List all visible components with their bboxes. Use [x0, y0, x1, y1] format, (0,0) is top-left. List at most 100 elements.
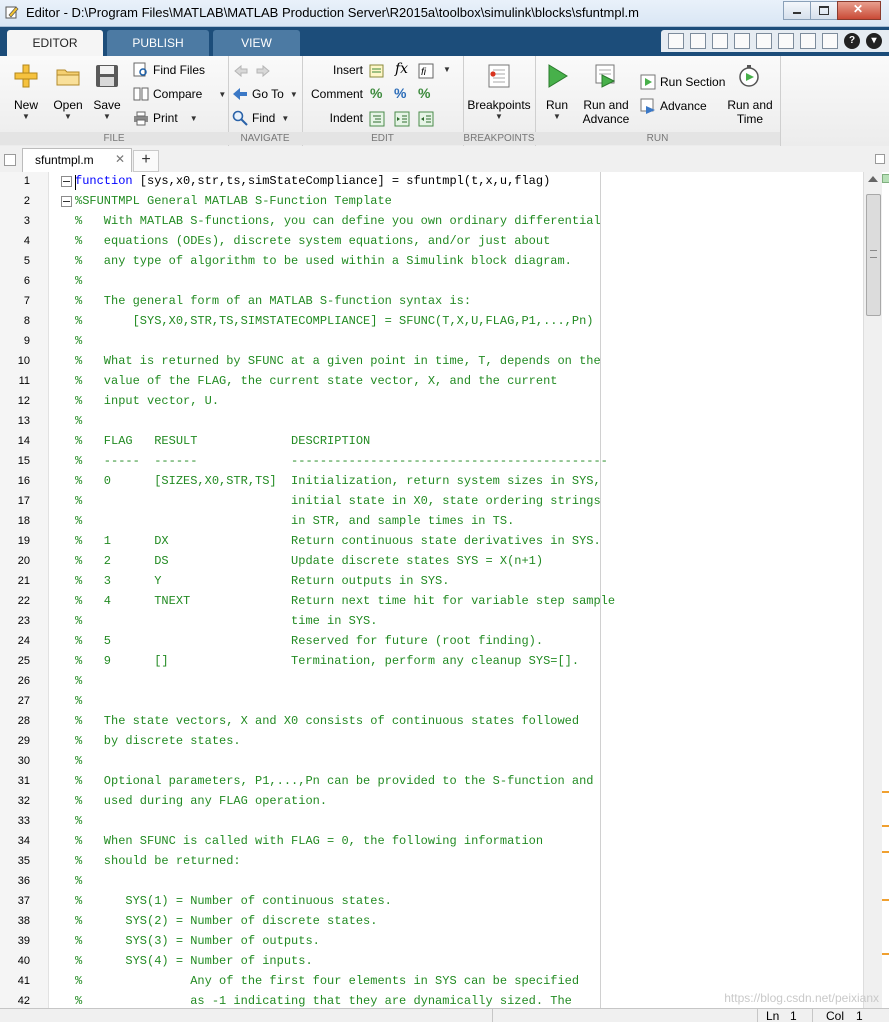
code-line[interactable]: 26%	[0, 671, 600, 691]
uncomment-icon[interactable]: %	[394, 85, 406, 101]
new-tab-button[interactable]: +	[133, 150, 159, 172]
switch-windows-quick-icon[interactable]	[822, 33, 838, 49]
code-line[interactable]: 19 % 1 DX Return continuous state derivat…	[0, 531, 601, 551]
code-analyzer-status-icon[interactable]	[882, 174, 889, 183]
code-editor[interactable]: 1 function [sys,x0,str,ts,simStateComplia…	[0, 172, 889, 1008]
code-line[interactable]: 21 % 3 Y Return outputs in SYS.	[0, 571, 600, 591]
run-button[interactable]: Run ▼	[541, 60, 573, 121]
code-line[interactable]: 9%	[0, 331, 600, 351]
code-analyzer-marker[interactable]	[882, 899, 889, 901]
code-line[interactable]: 28 % The state vectors, X and X0 consists…	[0, 711, 600, 731]
run-section-button[interactable]: Run Section	[640, 74, 725, 90]
tab-editor[interactable]: EDITOR	[7, 30, 103, 56]
cut-quick-icon[interactable]	[712, 33, 728, 49]
code-line[interactable]: 27%	[0, 691, 600, 711]
redo-quick-icon[interactable]	[800, 33, 816, 49]
comment-label[interactable]: Comment	[302, 87, 363, 101]
document-tab-sfuntmpl[interactable]: sfuntmpl.m ✕	[22, 148, 132, 173]
code-line[interactable]: 32 % used during any FLAG operation.	[0, 791, 600, 811]
code-line[interactable]: 16 % 0 [SIZES,X0,STR,TS] Initialization, …	[0, 471, 601, 491]
undo-quick-icon[interactable]	[778, 33, 794, 49]
code-line[interactable]: 36%	[0, 871, 600, 891]
code-line[interactable]: 20 % 2 DS Update discrete states SYS = X(…	[0, 551, 600, 571]
indent-label[interactable]: Indent	[302, 111, 363, 125]
code-line[interactable]: 40 % SYS(4) = Number of inputs.	[0, 951, 600, 971]
save-button[interactable]: Save ▼	[88, 60, 126, 121]
code-line[interactable]: 34 % When SFUNC is called with FLAG = 0, …	[0, 831, 600, 851]
vertical-scrollbar[interactable]	[863, 172, 882, 1008]
code-analyzer-marker[interactable]	[882, 791, 889, 793]
close-window-button[interactable]	[837, 1, 881, 20]
chevron-down-icon[interactable]: ▼	[443, 65, 451, 74]
code-line[interactable]: 18 % in STR, and sample times in TS.	[0, 511, 600, 531]
compare-button[interactable]: Compare ▼	[133, 86, 226, 102]
code-line[interactable]: 1 function [sys,x0,str,ts,simStateComplia…	[0, 171, 600, 191]
forward-arrow-icon[interactable]	[255, 63, 271, 79]
code-line[interactable]: 13%	[0, 411, 600, 431]
code-line[interactable]: 2 %SFUNTMPL General MATLAB S-Function Tem…	[0, 191, 600, 211]
insert-function-browser-icon[interactable]: fi	[418, 63, 434, 79]
smart-indent-icon[interactable]	[369, 111, 385, 127]
code-line[interactable]: 37 % SYS(1) = Number of continuous states…	[0, 891, 600, 911]
comment-percent-icon[interactable]: %	[370, 85, 382, 101]
code-line[interactable]: 8 % [SYS,X0,STR,TS,SIMSTATECOMPLIANCE] = …	[0, 311, 600, 331]
paste-quick-icon[interactable]	[756, 33, 772, 49]
code-line[interactable]: 7 % The general form of an MATLAB S-funct…	[0, 291, 600, 311]
scroll-up-arrow-icon[interactable]	[868, 176, 878, 182]
code-line[interactable]: 31 % Optional parameters, P1,...,Pn can b…	[0, 771, 600, 791]
tab-view[interactable]: VIEW	[213, 30, 300, 56]
tab-list-icon[interactable]	[875, 154, 885, 164]
find-files-button[interactable]: Find Files	[133, 62, 205, 78]
tab-publish[interactable]: PUBLISH	[107, 30, 209, 56]
code-line[interactable]: 11 % value of the FLAG, the current state…	[0, 371, 600, 391]
open-button[interactable]: Open ▼	[48, 60, 88, 121]
new-script-quick-icon[interactable]	[668, 33, 684, 49]
code-analyzer-marker[interactable]	[882, 851, 889, 853]
code-line[interactable]: 22 % 4 TNEXT Return next time hit for var…	[0, 591, 615, 611]
find-button[interactable]: Find ▼	[232, 110, 289, 126]
fold-toggle-icon[interactable]	[61, 176, 72, 187]
code-line[interactable]: 17 % initial state in X0, state ordering …	[0, 491, 601, 511]
fold-toggle-icon[interactable]	[61, 196, 72, 207]
help-icon[interactable]: ?	[844, 33, 860, 49]
code-line[interactable]: 38 % SYS(2) = Number of discrete states.	[0, 911, 600, 931]
code-line[interactable]: 10 % What is returned by SFUNC at a given…	[0, 351, 601, 371]
code-line[interactable]: 39 % SYS(3) = Number of outputs.	[0, 931, 600, 951]
expand-ribbon-icon[interactable]: ▾	[866, 33, 882, 49]
code-line[interactable]: 24 % 5 Reserved for future (root finding)…	[0, 631, 600, 651]
collapse-tabs-icon[interactable]	[4, 154, 16, 166]
code-line[interactable]: 33%	[0, 811, 600, 831]
breakpoints-button[interactable]: Breakpoints ▼	[465, 60, 533, 121]
code-line[interactable]: 41 % Any of the first four elements in SY…	[0, 971, 600, 991]
code-analyzer-marker[interactable]	[882, 825, 889, 827]
insert-section-icon[interactable]	[369, 63, 385, 79]
copy-quick-icon[interactable]	[734, 33, 750, 49]
wrap-comments-icon[interactable]: %	[418, 85, 430, 101]
increase-indent-icon[interactable]	[394, 111, 410, 127]
new-button[interactable]: New ▼	[6, 60, 46, 121]
close-tab-icon[interactable]: ✕	[115, 152, 125, 166]
back-arrow-icon[interactable]	[233, 63, 249, 79]
code-line[interactable]: 14 % FLAG RESULT DESCRIPTION	[0, 431, 600, 451]
code-line[interactable]: 5 % any type of algorithm to be used with…	[0, 251, 600, 271]
scrollbar-thumb[interactable]	[866, 194, 881, 316]
code-line[interactable]: 6%	[0, 271, 600, 291]
code-line[interactable]: 29 % by discrete states.	[0, 731, 600, 751]
run-and-time-button[interactable]: Run and Time	[725, 60, 775, 126]
print-button[interactable]: Print ▼	[133, 110, 198, 126]
maximize-button[interactable]	[810, 1, 838, 20]
advance-button[interactable]: Advance	[640, 98, 707, 114]
code-line[interactable]: 12 % input vector, U.	[0, 391, 600, 411]
code-line[interactable]: 35 % should be returned:	[0, 851, 600, 871]
save-quick-icon[interactable]	[690, 33, 706, 49]
code-line[interactable]: 15 % ----- ------ -----------------------…	[0, 451, 608, 471]
decrease-indent-icon[interactable]	[418, 111, 434, 127]
code-line[interactable]: 30%	[0, 751, 600, 771]
code-line[interactable]: 23 % time in SYS.	[0, 611, 600, 631]
code-line[interactable]: 3 % With MATLAB S-functions, you can defi…	[0, 211, 601, 231]
code-line[interactable]: 25 % 9 [] Termination, perform any cleanu…	[0, 651, 600, 671]
insert-function-icon[interactable]: fx	[395, 61, 408, 77]
insert-label[interactable]: Insert	[302, 63, 363, 77]
go-to-button[interactable]: Go To ▼	[232, 86, 298, 102]
code-analyzer-marker[interactable]	[882, 953, 889, 955]
